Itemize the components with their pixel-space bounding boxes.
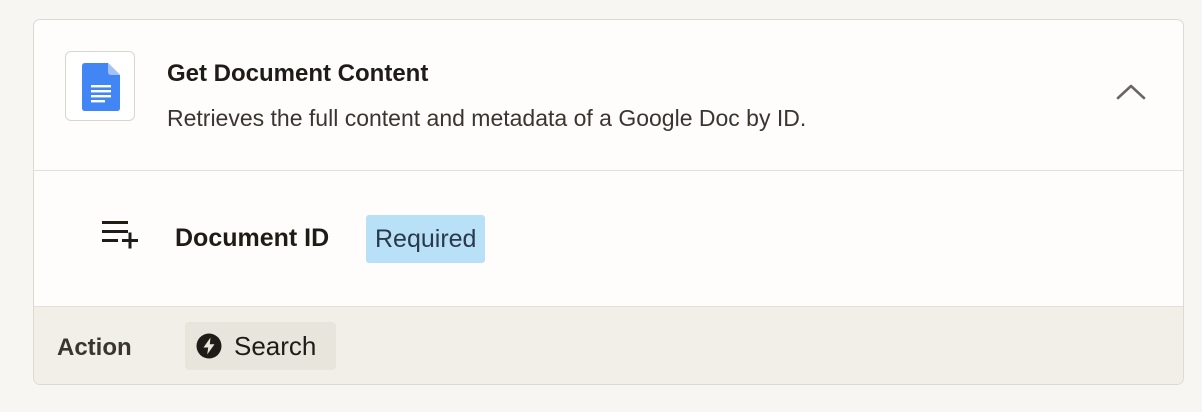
card-footer: Action Search	[34, 307, 1183, 384]
bolt-icon	[196, 333, 222, 359]
required-badge: Required	[366, 215, 486, 263]
field-label: Document ID	[175, 224, 330, 252]
step-description: Retrieves the full content and metadata …	[167, 105, 807, 131]
action-card: Get Document Content Retrieves the full …	[33, 19, 1184, 385]
chevron-up-icon	[1116, 84, 1146, 100]
step-title: Get Document Content	[167, 60, 429, 87]
google-docs-icon	[65, 51, 135, 121]
field-row[interactable]: Document ID Required	[34, 171, 1183, 307]
card-header[interactable]: Get Document Content Retrieves the full …	[34, 20, 1183, 171]
collapse-button[interactable]	[1108, 72, 1152, 112]
footer-label: Action	[57, 334, 132, 361]
add-to-list-icon	[102, 221, 138, 249]
action-type-pill[interactable]: Search	[185, 322, 336, 370]
action-type-label: Search	[234, 331, 317, 361]
